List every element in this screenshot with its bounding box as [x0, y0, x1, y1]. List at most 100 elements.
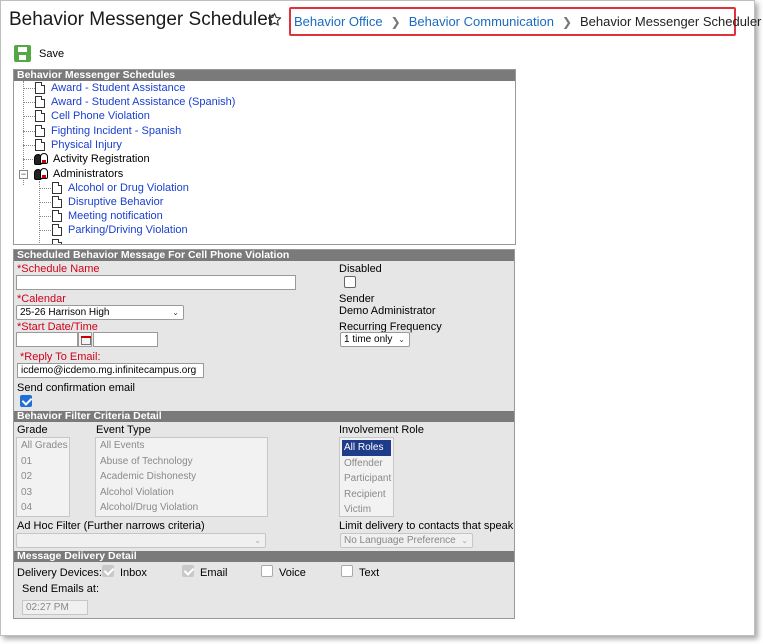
language-limit-label: Limit delivery to contacts that speak	[339, 520, 514, 532]
tree-item[interactable]: Cell Phone Violation	[35, 109, 150, 123]
recurring-frequency-select[interactable]: 1 time only ⌄	[340, 332, 410, 347]
list-item[interactable]: 02	[17, 469, 69, 485]
send-confirmation-label: Send confirmation email	[17, 382, 136, 394]
chevron-down-icon: ⌄	[398, 335, 405, 344]
calendar-label: *Calendar	[17, 293, 66, 305]
schedule-detail-panel: Scheduled Behavior Message For Cell Phon…	[13, 249, 515, 619]
document-icon	[52, 210, 62, 222]
document-icon	[52, 224, 62, 236]
sender-value: Demo Administrator	[339, 305, 436, 317]
adhoc-filter-select[interactable]: ⌄	[16, 533, 266, 548]
list-item[interactable]: Alcohol/Drug Violation	[96, 500, 267, 516]
document-icon	[52, 239, 62, 244]
tree-item[interactable]: Meeting notification	[52, 209, 163, 223]
reply-email-label: *Reply To Email:	[20, 351, 101, 363]
grade-label: Grade	[17, 424, 48, 436]
schedule-name-label: *Schedule Name	[17, 263, 100, 275]
language-select[interactable]: No Language Preference ⌄	[340, 533, 473, 548]
voice-checkbox[interactable]	[261, 565, 273, 577]
send-emails-label: Send Emails at:	[22, 583, 100, 595]
document-icon	[52, 182, 62, 194]
tree-item[interactable]: Disruptive Behavior	[52, 195, 163, 209]
list-item[interactable]: Abuse of Technology	[96, 454, 267, 470]
text-checkbox[interactable]	[341, 565, 353, 577]
text-label: Text	[359, 567, 380, 579]
voice-label: Voice	[279, 567, 306, 579]
filter-header: Behavior Filter Criteria Detail	[14, 411, 514, 422]
schedule-name-input[interactable]	[16, 275, 296, 290]
list-item[interactable]: 01	[17, 454, 69, 470]
document-icon	[35, 82, 45, 94]
list-item[interactable]: All Grades	[17, 438, 69, 454]
start-time-input[interactable]	[93, 332, 158, 347]
list-item[interactable]: All Events	[96, 438, 267, 454]
app-window: Behavior Messenger Scheduler Behavior Of…	[0, 0, 761, 636]
save-label: Save	[39, 47, 65, 60]
inbox-label: Inbox	[120, 567, 147, 579]
involvement-role-label: Involvement Role	[339, 424, 424, 436]
sender-label: Sender	[339, 293, 375, 305]
event-type-label: Event Type	[96, 424, 151, 436]
calendar-select[interactable]: 25-26 Harrison High ⌄	[16, 305, 184, 320]
collapse-toggle-icon[interactable]: −	[19, 170, 28, 179]
list-item[interactable]: Alcohol Violation	[96, 485, 267, 501]
calendar-icon[interactable]	[78, 332, 92, 347]
document-icon	[35, 139, 45, 151]
delivery-devices-label: Delivery Devices:	[17, 567, 102, 579]
disabled-label: Disabled	[339, 263, 382, 275]
breadcrumb-current: Behavior Messenger Scheduler	[580, 14, 762, 29]
message-header: Scheduled Behavior Message For Cell Phon…	[14, 250, 514, 261]
email-checkbox[interactable]	[182, 565, 194, 577]
list-item[interactable]: Recipient	[340, 487, 393, 503]
breadcrumb: Behavior Office ❯ Behavior Communication…	[289, 7, 761, 36]
event-type-listbox[interactable]: All Events Abuse of Technology Academic …	[95, 437, 268, 517]
page-title: Behavior Messenger Scheduler	[9, 9, 275, 30]
save-button[interactable]: Save	[14, 45, 64, 62]
chevron-down-icon: ⌄	[461, 536, 468, 545]
document-icon	[35, 96, 45, 108]
list-item[interactable]: 03	[17, 485, 69, 501]
tree-folder[interactable]: Administrators	[34, 167, 123, 181]
document-icon	[35, 110, 45, 122]
tree-folder[interactable]: Activity Registration	[34, 152, 150, 166]
document-icon	[35, 125, 45, 137]
chevron-down-icon: ⌄	[172, 308, 179, 317]
breadcrumb-behavior-office[interactable]: Behavior Office	[294, 14, 383, 29]
list-item[interactable]: Victim	[340, 502, 393, 516]
send-confirmation-checkbox[interactable]	[20, 395, 32, 407]
tree-item	[52, 238, 68, 244]
involvement-role-listbox[interactable]: All Roles Offender Participant Recipient…	[339, 437, 394, 517]
send-emails-time-input[interactable]: 02:27 PM	[22, 600, 88, 615]
tree-item[interactable]: Alcohol or Drug Violation	[52, 181, 189, 195]
schedules-header: Behavior Messenger Schedules	[14, 70, 515, 81]
reply-email-input[interactable]: icdemo@icdemo.mg.infinitecampus.org	[17, 363, 204, 378]
start-date-input[interactable]	[16, 332, 78, 347]
list-item[interactable]: All Roles	[342, 440, 391, 456]
chevron-right-icon: ❯	[561, 14, 572, 29]
document-icon	[52, 196, 62, 208]
chevron-down-icon: ⌄	[254, 536, 261, 545]
list-item[interactable]: 04	[17, 500, 69, 516]
save-icon	[14, 45, 31, 62]
adhoc-filter-label: Ad Hoc Filter (Further narrows criteria)	[17, 520, 205, 532]
people-group-icon	[34, 152, 50, 166]
chevron-right-icon: ❯	[390, 14, 401, 29]
delivery-header: Message Delivery Detail	[14, 551, 514, 562]
tree-item[interactable]: Fighting Incident - Spanish	[35, 124, 181, 138]
schedules-tree-panel: Behavior Messenger Schedules Award - Stu…	[13, 69, 516, 245]
tree-item[interactable]: Physical Injury	[35, 138, 122, 152]
tree-item[interactable]: Award - Student Assistance	[35, 81, 185, 95]
tree-item[interactable]: Award - Student Assistance (Spanish)	[35, 95, 235, 109]
disabled-checkbox[interactable]	[344, 276, 356, 288]
inbox-checkbox[interactable]	[102, 565, 114, 577]
list-item[interactable]: Offender	[340, 456, 393, 472]
tree-item[interactable]: Parking/Driving Violation	[52, 223, 188, 237]
email-label: Email	[200, 567, 228, 579]
star-icon[interactable]	[267, 12, 282, 27]
schedules-tree[interactable]: Award - Student Assistance Award - Stude…	[14, 81, 515, 244]
list-item[interactable]: Participant	[340, 471, 393, 487]
breadcrumb-behavior-communication[interactable]: Behavior Communication	[409, 14, 554, 29]
people-group-icon	[34, 167, 50, 181]
grade-listbox[interactable]: All Grades 01 02 03 04	[16, 437, 70, 517]
list-item[interactable]: Academic Dishonesty	[96, 469, 267, 485]
